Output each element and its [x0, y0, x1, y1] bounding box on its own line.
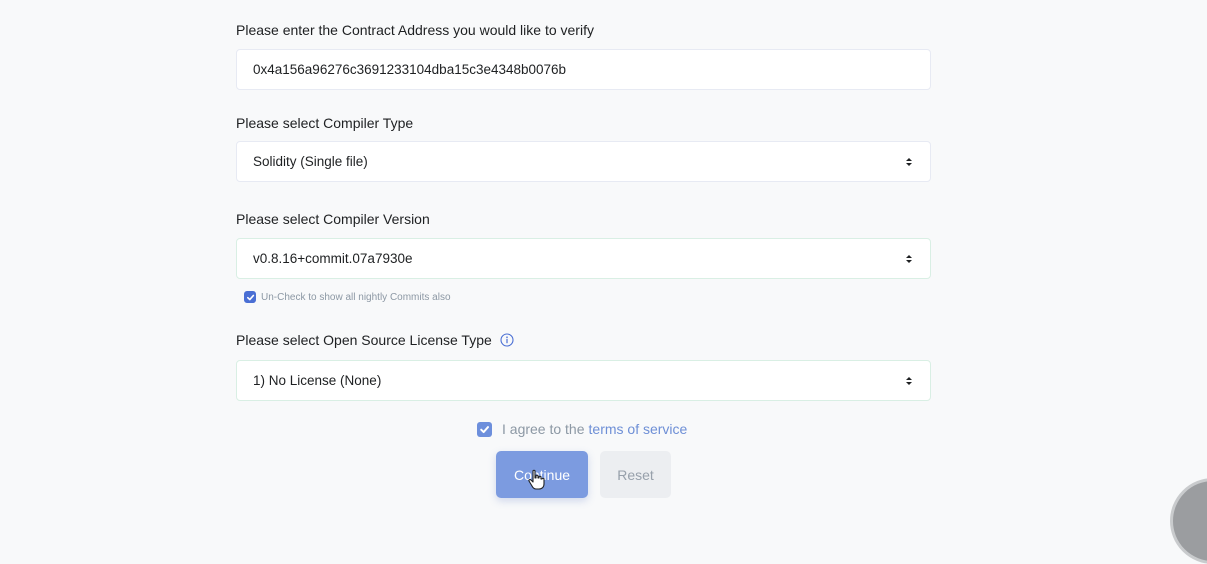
contract-address-label: Please enter the Contract Address you wo…: [236, 22, 594, 38]
license-select[interactable]: 1) No License (None): [236, 360, 931, 401]
select-arrows-icon: [906, 254, 912, 263]
terms-of-service-link[interactable]: terms of service: [589, 421, 688, 437]
terms-agreement: I agree to the terms of service: [477, 421, 687, 437]
license-selected: 1) No License (None): [253, 373, 382, 388]
hand-cursor-icon: [528, 469, 545, 490]
check-icon: [246, 294, 254, 300]
compiler-type-select[interactable]: Solidity (Single file): [236, 141, 931, 182]
check-icon: [480, 425, 490, 433]
terms-prefix: I agree to the: [502, 421, 585, 437]
compiler-version-label: Please select Compiler Version: [236, 211, 430, 227]
compiler-version-selected: v0.8.16+commit.07a7930e: [253, 251, 413, 266]
select-arrows-icon: [906, 376, 912, 385]
terms-checkbox[interactable]: [477, 421, 492, 437]
info-circle-icon[interactable]: [500, 333, 514, 347]
reset-button[interactable]: Reset: [600, 451, 671, 498]
compiler-type-selected: Solidity (Single file): [253, 154, 368, 169]
nightly-commits-checkbox[interactable]: [244, 291, 256, 303]
contract-address-value: 0x4a156a96276c3691233104dba15c3e4348b007…: [253, 62, 567, 77]
nightly-commits-label: Un-Check to show all nightly Commits als…: [261, 291, 451, 303]
overlay-circle: [1170, 478, 1207, 564]
select-arrows-icon: [906, 157, 912, 166]
compiler-type-label: Please select Compiler Type: [236, 115, 414, 131]
contract-address-input[interactable]: 0x4a156a96276c3691233104dba15c3e4348b007…: [236, 49, 931, 90]
nightly-commits-option[interactable]: Un-Check to show all nightly Commits als…: [244, 291, 451, 303]
license-label: Please select Open Source License Type: [236, 332, 514, 348]
compiler-version-select[interactable]: v0.8.16+commit.07a7930e: [236, 238, 931, 279]
license-label-text: Please select Open Source License Type: [236, 332, 492, 348]
